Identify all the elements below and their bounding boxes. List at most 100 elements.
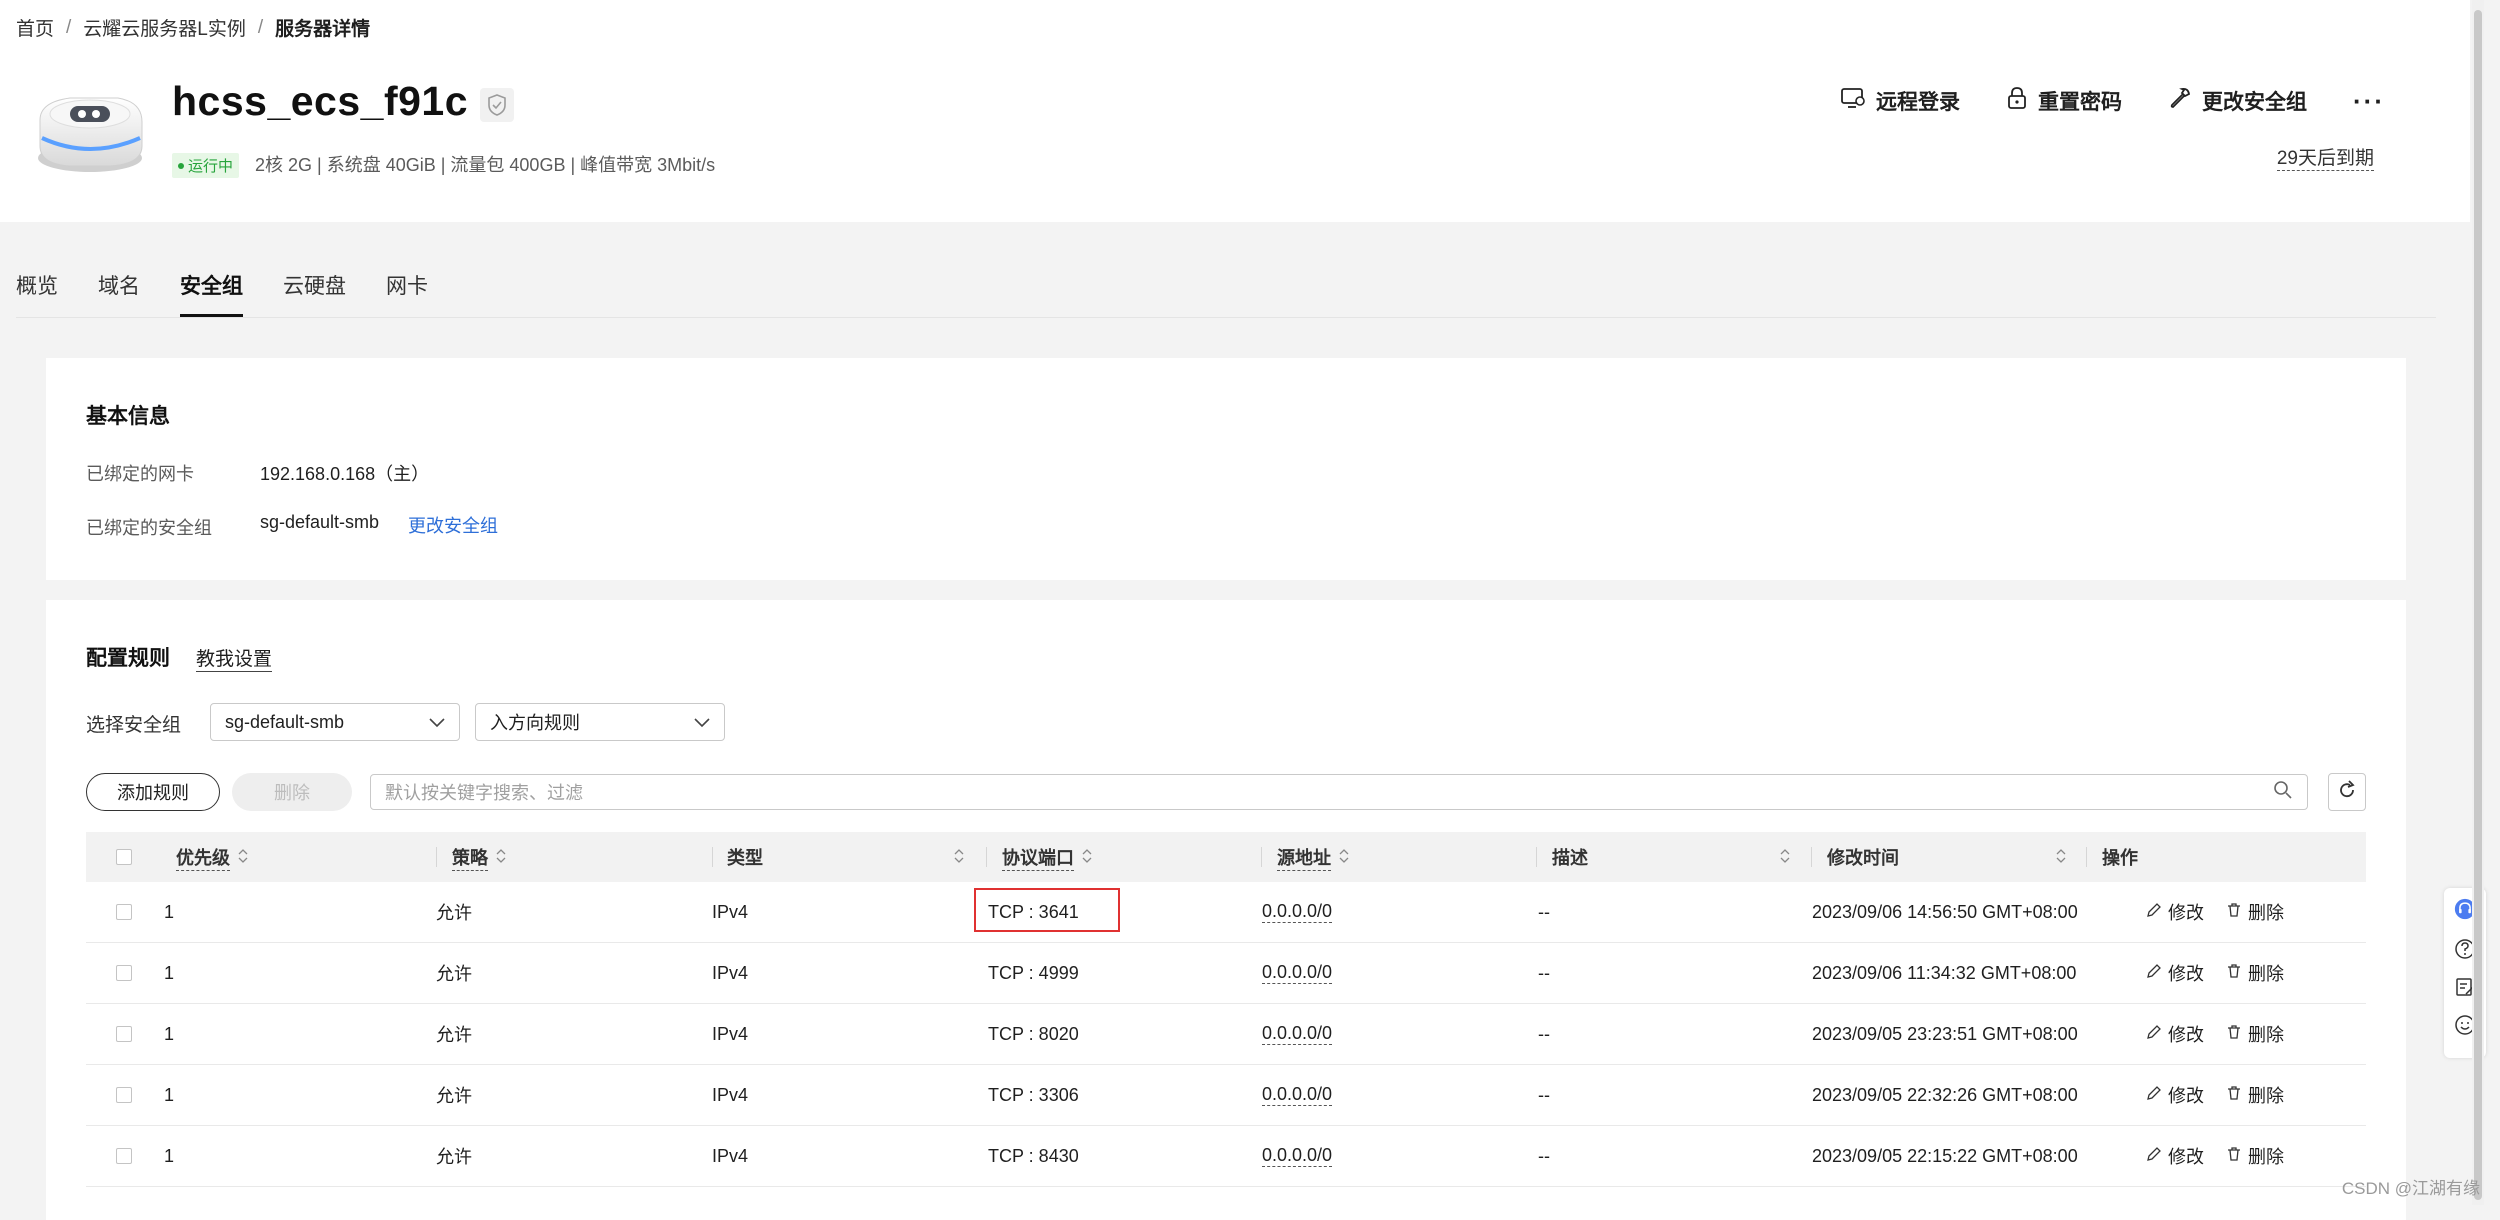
reset-password-label: 重置密码 (2038, 91, 2123, 114)
security-group-value: sg-default-smb (260, 512, 380, 532)
delete-rule-button[interactable]: 删除 (232, 773, 352, 811)
cell-policy: 允许 (436, 903, 472, 923)
row-checkbox-cell (116, 882, 132, 942)
cell-desc: -- (1538, 1023, 1550, 1044)
tab-overview[interactable]: 概览 (16, 270, 58, 317)
scrollbar-thumb[interactable] (2474, 10, 2482, 1200)
delete-label: 删除 (2248, 1025, 2284, 1045)
cell-type: IPv4 (712, 901, 749, 922)
delete-label: 删除 (2248, 1086, 2284, 1106)
edit-label: 修改 (2168, 1086, 2204, 1106)
sort-icon[interactable] (2056, 847, 2066, 868)
header-modified-filter[interactable] (2056, 832, 2066, 882)
header-ops-label: 操作 (2102, 848, 2138, 868)
row-checkbox[interactable] (116, 1087, 132, 1103)
cell-source[interactable]: 0.0.0.0/0 (1262, 1065, 1333, 1125)
breadcrumb-home[interactable]: 首页 (16, 14, 54, 41)
expiry-info[interactable]: 29天后到期 (2276, 143, 2374, 171)
delete-label: 删除 (2248, 903, 2284, 923)
tab-security-group[interactable]: 安全组 (180, 270, 243, 317)
header-policy-label: 策略 (452, 844, 488, 871)
delete-row-button[interactable]: 删除 (2226, 1082, 2284, 1108)
security-group-select[interactable]: sg-default-smb (210, 703, 460, 741)
edit-rule-button[interactable]: 修改 (2146, 1143, 2204, 1169)
edit-label: 修改 (2168, 1147, 2204, 1167)
header-policy[interactable]: 策略 (452, 832, 506, 882)
column-divider (436, 847, 437, 867)
cell-port: TCP : 3306 (988, 1084, 1079, 1105)
sort-icon[interactable] (954, 847, 964, 868)
more-actions-button[interactable]: ··· (2353, 88, 2385, 114)
row-checkbox[interactable] (116, 965, 132, 981)
header-modified: 修改时间 (1827, 832, 1899, 882)
edit-rule-button[interactable]: 修改 (2146, 1082, 2204, 1108)
sort-icon[interactable] (496, 847, 506, 868)
header-actions: 远程登录 重置密码 更改安全组 ··· (1840, 86, 2385, 116)
refresh-button[interactable] (2328, 773, 2366, 811)
edit-rule-button[interactable]: 修改 (2146, 1021, 2204, 1047)
select-all-checkbox[interactable] (116, 849, 132, 865)
cell-source[interactable]: 0.0.0.0/0 (1262, 882, 1333, 942)
sort-icon[interactable] (1780, 847, 1790, 868)
search-icon[interactable] (2273, 780, 2293, 805)
header-priority[interactable]: 优先级 (176, 832, 248, 882)
refresh-icon (2337, 779, 2357, 805)
delete-row-button[interactable]: 删除 (2226, 899, 2284, 925)
security-shield-icon[interactable] (480, 88, 514, 122)
search-placeholder: 默认按关键字搜索、过滤 (385, 783, 583, 803)
add-rule-button[interactable]: 添加规则 (86, 773, 220, 811)
header-port[interactable]: 协议端口 (1002, 832, 1092, 882)
sort-icon[interactable] (238, 847, 248, 868)
sort-icon[interactable] (1082, 847, 1092, 868)
delete-row-button[interactable]: 删除 (2226, 960, 2284, 986)
delete-row-button[interactable]: 删除 (2226, 1021, 2284, 1047)
help-setup-link[interactable]: 教我设置 (196, 644, 273, 672)
header-type-filter[interactable] (954, 832, 964, 882)
header-source[interactable]: 源地址 (1277, 832, 1349, 882)
edit-rule-button[interactable]: 修改 (2146, 899, 2204, 925)
sort-icon[interactable] (1339, 847, 1349, 868)
edit-rule-button[interactable]: 修改 (2146, 960, 2204, 986)
column-divider (712, 847, 713, 867)
cell-policy: 允许 (436, 1147, 472, 1167)
change-security-group-link[interactable]: 更改安全组 (408, 512, 498, 538)
cell-modified: 2023/09/05 22:15:22 GMT+08:00 (1812, 1145, 2078, 1166)
change-security-group-label: 更改安全组 (2202, 91, 2308, 114)
tab-domain[interactable]: 域名 (98, 270, 140, 317)
port-highlight-box (974, 888, 1120, 932)
header-modified-label: 修改时间 (1827, 848, 1899, 868)
table-header: 优先级 策略 类型 协议端口 源地址 描述 修改时间 操作 (86, 832, 2366, 882)
reset-password-button[interactable]: 重置密码 (2006, 86, 2122, 116)
breadcrumb-instance-list[interactable]: 云耀云服务器L实例 (83, 14, 246, 41)
pencil-icon (2146, 902, 2162, 923)
cell-desc: -- (1538, 901, 1550, 922)
security-group-label: 已绑定的安全组 (86, 518, 212, 538)
breadcrumb: 首页 / 云耀云服务器L实例 / 服务器详情 (16, 14, 370, 41)
rule-search-input[interactable]: 默认按关键字搜索、过滤 (370, 774, 2308, 810)
remote-login-label: 远程登录 (1876, 91, 1961, 114)
cell-policy: 允许 (436, 1086, 472, 1106)
row-checkbox[interactable] (116, 904, 132, 920)
row-ops: 修改 删除 (2146, 882, 2284, 942)
tab-nic[interactable]: 网卡 (386, 270, 428, 317)
change-security-group-button[interactable]: 更改安全组 (2168, 86, 2307, 116)
nic-value: 192.168.0.168（主） (260, 464, 430, 484)
tab-cloud-disk[interactable]: 云硬盘 (283, 270, 346, 317)
direction-select[interactable]: 入方向规则 (475, 703, 725, 741)
edit-label: 修改 (2168, 903, 2204, 923)
table-row: 1 允许 IPv4 TCP : 3641 0.0.0.0/0 -- 2023/0… (86, 882, 2366, 943)
row-checkbox[interactable] (116, 1026, 132, 1042)
remote-login-button[interactable]: 远程登录 (1840, 86, 1960, 116)
header-desc-filter[interactable] (1780, 832, 1790, 882)
column-divider (1261, 847, 1262, 867)
select-all-checkbox-cell (116, 832, 132, 882)
delete-row-button[interactable]: 删除 (2226, 1143, 2284, 1169)
cell-source[interactable]: 0.0.0.0/0 (1262, 943, 1333, 1003)
cell-source[interactable]: 0.0.0.0/0 (1262, 1004, 1333, 1064)
header-type: 类型 (727, 832, 763, 882)
cell-source[interactable]: 0.0.0.0/0 (1262, 1126, 1333, 1186)
row-checkbox[interactable] (116, 1148, 132, 1164)
cell-priority: 1 (164, 901, 175, 922)
trash-icon (2226, 963, 2242, 984)
cell-source-value: 0.0.0.0/0 (1262, 1023, 1333, 1045)
